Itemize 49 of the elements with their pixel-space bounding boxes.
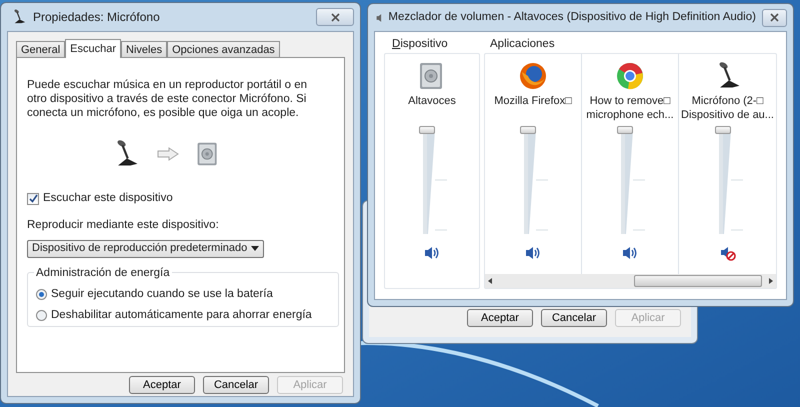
slider-thumb[interactable] bbox=[520, 126, 536, 134]
dialog-button[interactable]: Cancelar bbox=[541, 309, 607, 327]
window-title: Propiedades: Micrófono bbox=[33, 9, 161, 26]
tab[interactable]: Opciones avanzadas bbox=[167, 41, 280, 57]
close-icon bbox=[770, 13, 779, 22]
caret-icon bbox=[251, 246, 259, 251]
volume-slider[interactable] bbox=[417, 126, 447, 234]
slider-thumb[interactable] bbox=[617, 126, 633, 134]
channel-name: How to remove□ microphone ech... bbox=[586, 94, 674, 124]
channel-name: Mozilla Firefox□ bbox=[494, 94, 572, 110]
scroll-left-icon[interactable] bbox=[487, 278, 493, 284]
playback-dropdown[interactable]: Dispositivo de reproducción predeterminado bbox=[27, 240, 264, 258]
dialog-button[interactable]: Cancelar bbox=[203, 376, 269, 394]
close-button[interactable] bbox=[762, 8, 787, 26]
slider-thumb[interactable] bbox=[419, 126, 435, 134]
slider-thumb[interactable] bbox=[714, 126, 730, 134]
close-icon bbox=[330, 12, 340, 22]
horizontal-scrollbar[interactable] bbox=[485, 274, 776, 288]
group-title: Aplicaciones bbox=[489, 37, 556, 52]
volume-slider[interactable] bbox=[518, 126, 548, 234]
dialog-button[interactable]: Aceptar bbox=[129, 376, 195, 394]
radio-label: Deshabilitar automáticamente para ahorrar energía bbox=[51, 308, 312, 323]
volume-slider[interactable] bbox=[712, 126, 742, 234]
tab[interactable]: General bbox=[16, 41, 66, 57]
checkbox[interactable] bbox=[27, 192, 39, 205]
right-arrow-icon bbox=[156, 147, 178, 161]
playback-label: Reproducir mediante este dispositivo: bbox=[27, 218, 220, 234]
radio-label: Seguir ejecutando cuando se use la batería bbox=[51, 286, 273, 302]
channel-name: Altavoces bbox=[408, 94, 456, 110]
scrollbar-thumb[interactable] bbox=[634, 275, 762, 287]
checkbox-label: Escuchar este dispositivo bbox=[43, 191, 173, 206]
group-title: Dispositivo bbox=[391, 37, 449, 52]
speaker-volume-icon[interactable] bbox=[622, 245, 638, 262]
speaker-volume-icon[interactable] bbox=[525, 245, 541, 262]
scroll-right-icon[interactable] bbox=[768, 278, 774, 284]
speaker-volume-icon[interactable] bbox=[424, 245, 440, 262]
muted-speaker-icon[interactable] bbox=[720, 245, 736, 262]
volume-slider[interactable] bbox=[615, 126, 645, 234]
radio-button[interactable] bbox=[36, 288, 47, 300]
dialog-button[interactable]: Aceptar bbox=[467, 309, 533, 327]
description-text: Puede escuchar música en un reproductor portátil o en otro dispositivo a través de este conector Micrófono. Si conecta un micrófono, es posible que oiga un acople. bbox=[27, 78, 308, 120]
tab[interactable]: Escuchar bbox=[65, 39, 121, 58]
browser-logo-icon bbox=[616, 62, 644, 90]
close-button[interactable] bbox=[316, 8, 354, 26]
tab[interactable]: Niveles bbox=[121, 41, 168, 57]
fox-globe-icon bbox=[519, 62, 547, 90]
channel-name: Micrófono (2-□ Dispositivo de au... bbox=[681, 94, 774, 124]
window-title: Mezclador de volumen - Altavoces (Dispositivo de High Definition Audio) bbox=[388, 10, 756, 25]
radio-button[interactable] bbox=[36, 310, 47, 321]
